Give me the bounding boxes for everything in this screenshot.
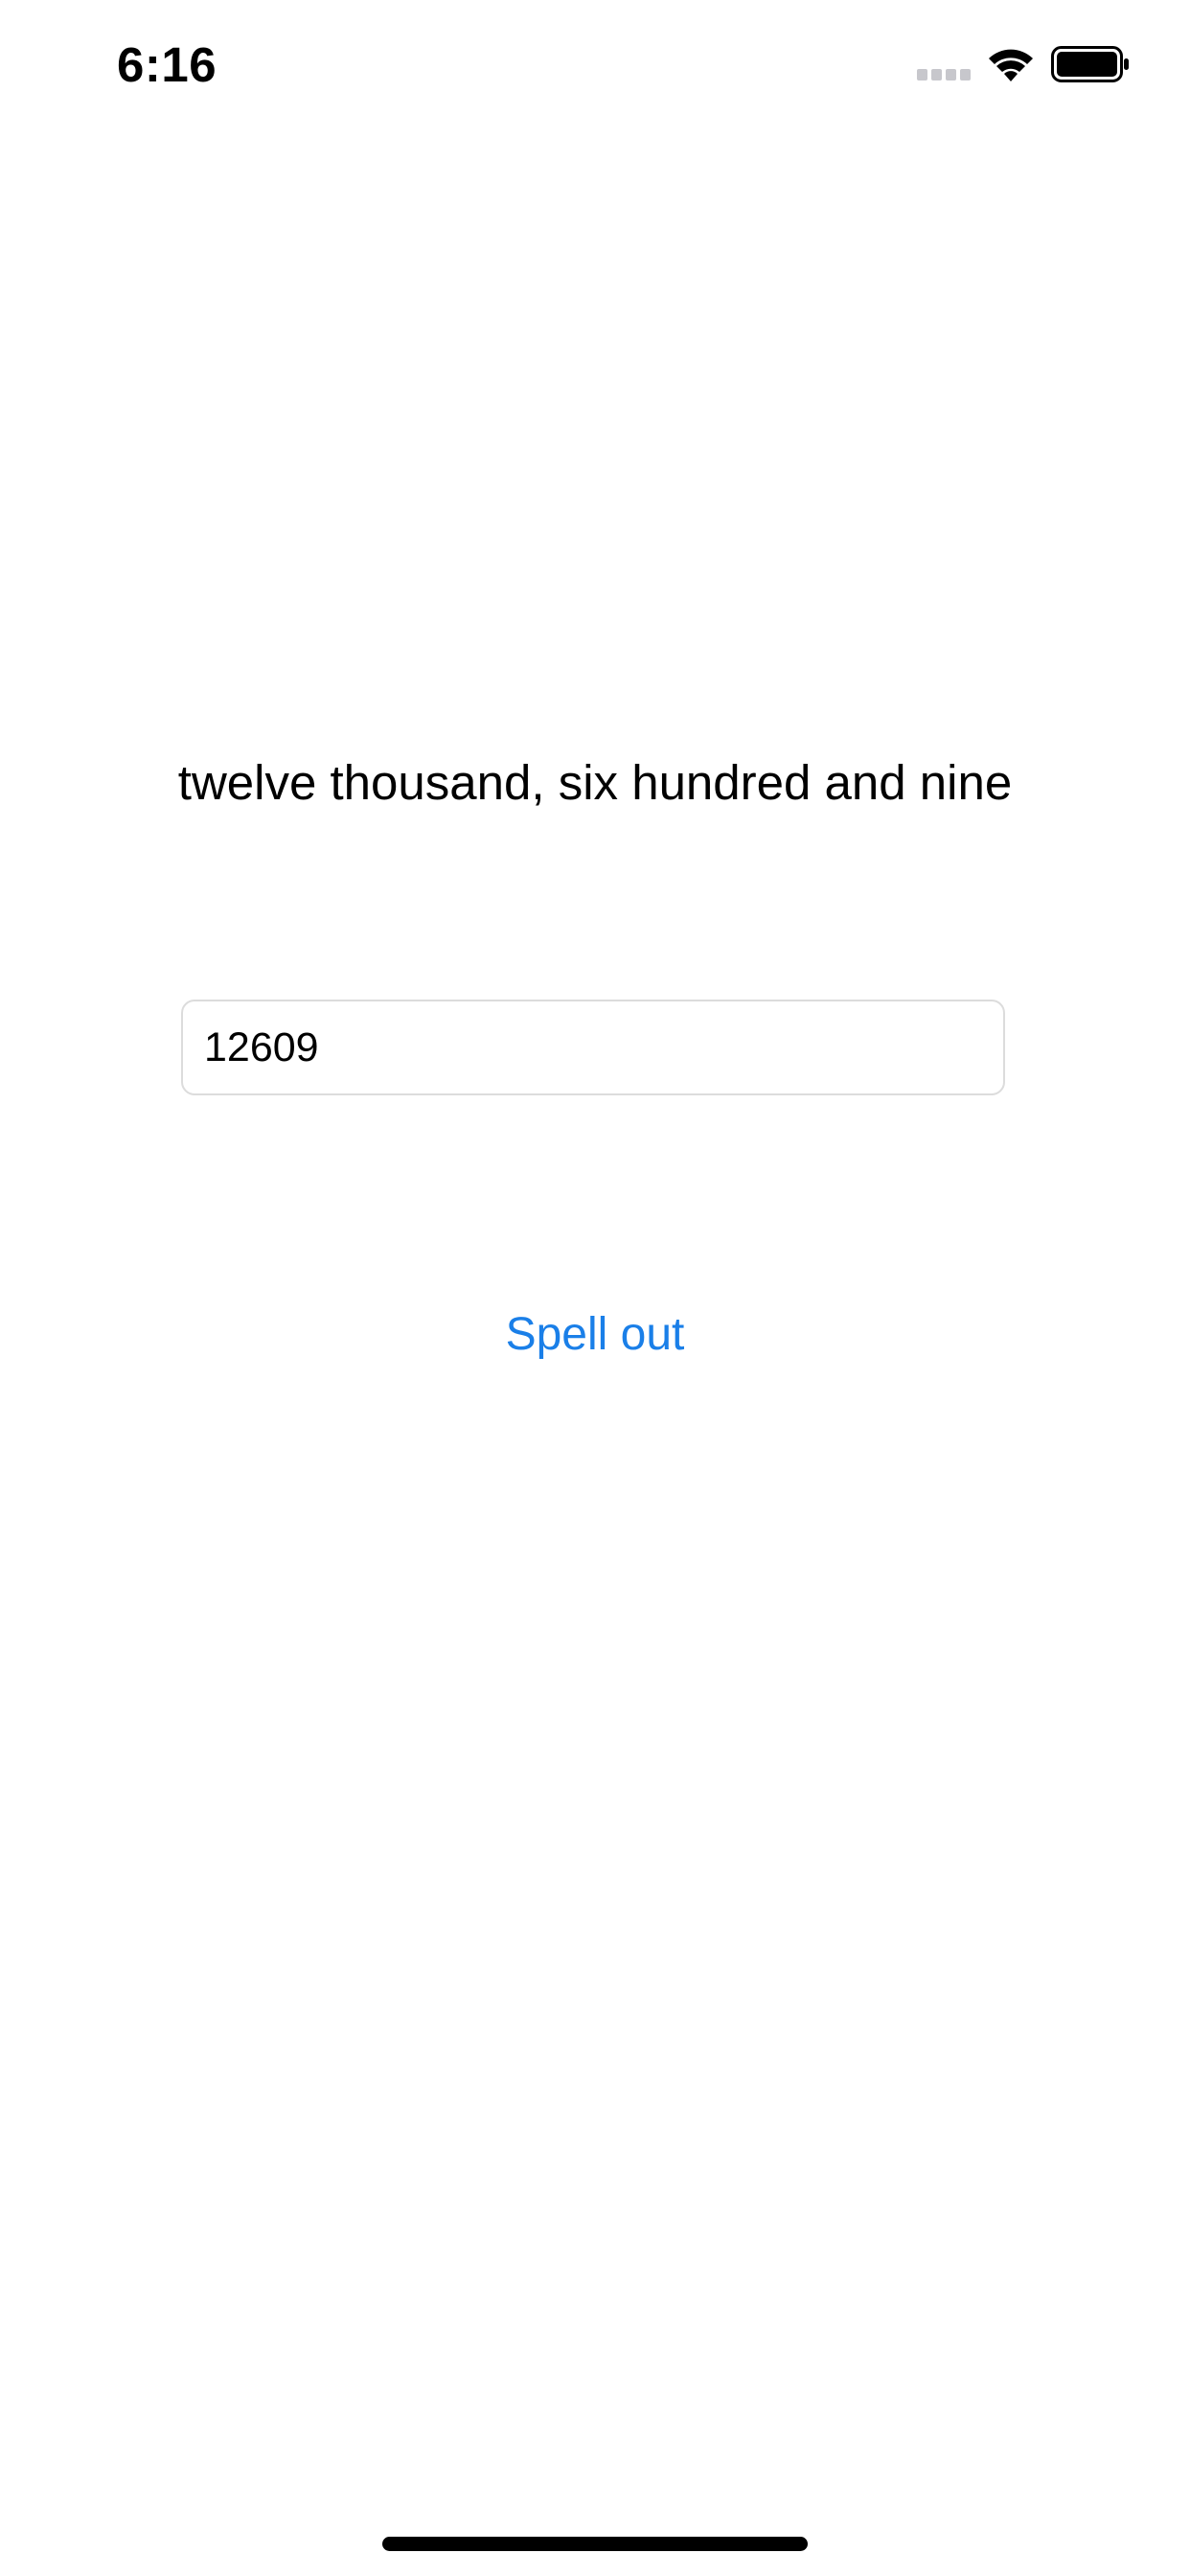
spell-out-button[interactable]: Spell out	[451, 1294, 739, 1374]
battery-icon	[1051, 46, 1129, 82]
wifi-icon	[989, 49, 1033, 81]
spelled-out-result: twelve thousand, six hundred and nine	[177, 755, 1013, 810]
number-input[interactable]	[181, 1000, 1005, 1095]
status-bar: 6:16	[0, 0, 1190, 126]
home-indicator[interactable]	[382, 2537, 808, 2551]
signal-icon	[917, 69, 971, 80]
status-time: 6:16	[117, 37, 217, 92]
